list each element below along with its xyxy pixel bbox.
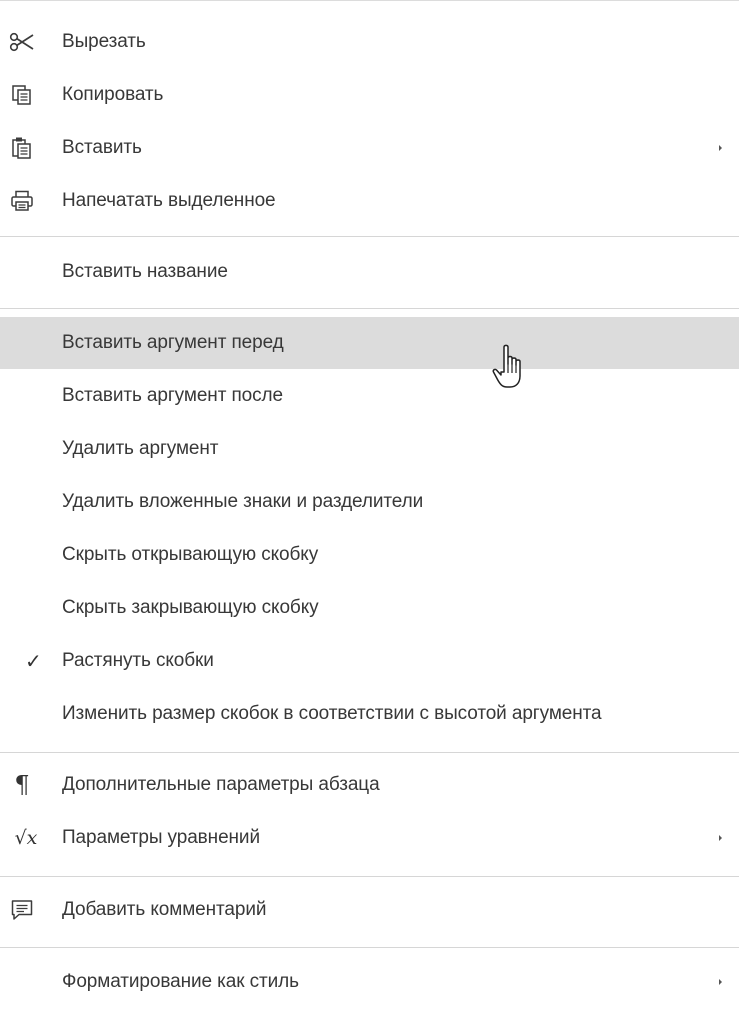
menu-item-insert-caption[interactable]: Вставить название — [0, 246, 739, 298]
menu-item-label: Растянуть скобки — [62, 650, 214, 671]
submenu-arrow-icon — [719, 145, 722, 151]
menu-item-label: Удалить вложенные знаки и разделители — [62, 491, 424, 512]
menu-item-label: Вырезать — [62, 31, 146, 52]
menu-item-label: Напечатать выделенное — [62, 190, 276, 211]
menu-item-label: Вставить название — [62, 261, 228, 282]
menu-item-copy[interactable]: Копировать — [0, 69, 739, 121]
menu-item-label: Добавить комментарий — [62, 899, 267, 920]
menu-item-label: Форматирование как стиль — [62, 971, 299, 992]
menu-item-hide-open-bracket[interactable]: Скрыть открывающую скобку — [0, 529, 739, 581]
menu-separator — [0, 236, 739, 237]
menu-item-print-selection[interactable]: Напечатать выделенное — [0, 175, 739, 227]
menu-item-label: Скрыть открывающую скобку — [62, 544, 319, 565]
menu-item-label: Вставить аргумент после — [62, 385, 283, 406]
menu-item-paste[interactable]: Вставить — [0, 122, 739, 174]
menu-item-insert-argument-before[interactable]: Вставить аргумент перед — [0, 317, 739, 369]
menu-item-label: Вставить аргумент перед — [62, 332, 284, 353]
menu-item-paragraph-settings[interactable]: ¶ Дополнительные параметры абзаца — [0, 759, 739, 811]
menu-separator — [0, 752, 739, 753]
menu-separator — [0, 947, 739, 948]
pilcrow-icon: ¶ — [14, 771, 30, 799]
submenu-arrow-icon — [719, 979, 722, 985]
paste-icon — [9, 135, 35, 161]
menu-item-format-as-style[interactable]: Форматирование как стиль — [0, 956, 739, 1008]
menu-item-delete-enclosing[interactable]: Удалить вложенные знаки и разделители — [0, 476, 739, 528]
comment-icon — [9, 897, 35, 923]
copy-icon — [9, 82, 35, 108]
menu-item-stretch-brackets[interactable]: ✓ Растянуть скобки — [0, 635, 739, 687]
menu-item-label: Дополнительные параметры абзаца — [62, 774, 380, 795]
printer-icon — [9, 188, 35, 214]
submenu-arrow-icon — [719, 835, 722, 841]
menu-item-label: Копировать — [62, 84, 164, 105]
menu-item-label: Изменить размер скобок в соответствии с … — [62, 703, 602, 724]
hand-pointer-cursor — [492, 344, 521, 388]
sqrt-x-icon: √x — [14, 827, 38, 849]
menu-item-label: Вставить — [62, 137, 142, 158]
menu-item-equation-settings[interactable]: √x Параметры уравнений — [0, 812, 739, 864]
menu-separator — [0, 308, 739, 309]
menu-item-delete-argument[interactable]: Удалить аргумент — [0, 423, 739, 475]
scissors-icon — [9, 29, 35, 55]
checkmark-icon: ✓ — [25, 649, 42, 673]
menu-item-hide-close-bracket[interactable]: Скрыть закрывающую скобку — [0, 582, 739, 634]
context-menu: Вырезать Копировать Вставить Напечатать … — [0, 0, 739, 1012]
menu-item-label: Параметры уравнений — [62, 827, 260, 848]
menu-item-match-bracket-size[interactable]: Изменить размер скобок в соответствии с … — [0, 688, 739, 740]
menu-item-add-comment[interactable]: Добавить комментарий — [0, 884, 739, 936]
menu-item-cut[interactable]: Вырезать — [0, 16, 739, 68]
menu-item-label: Удалить аргумент — [62, 438, 219, 459]
menu-item-label: Скрыть закрывающую скобку — [62, 597, 319, 618]
menu-separator — [0, 876, 739, 877]
menu-item-insert-argument-after[interactable]: Вставить аргумент после — [0, 370, 739, 422]
